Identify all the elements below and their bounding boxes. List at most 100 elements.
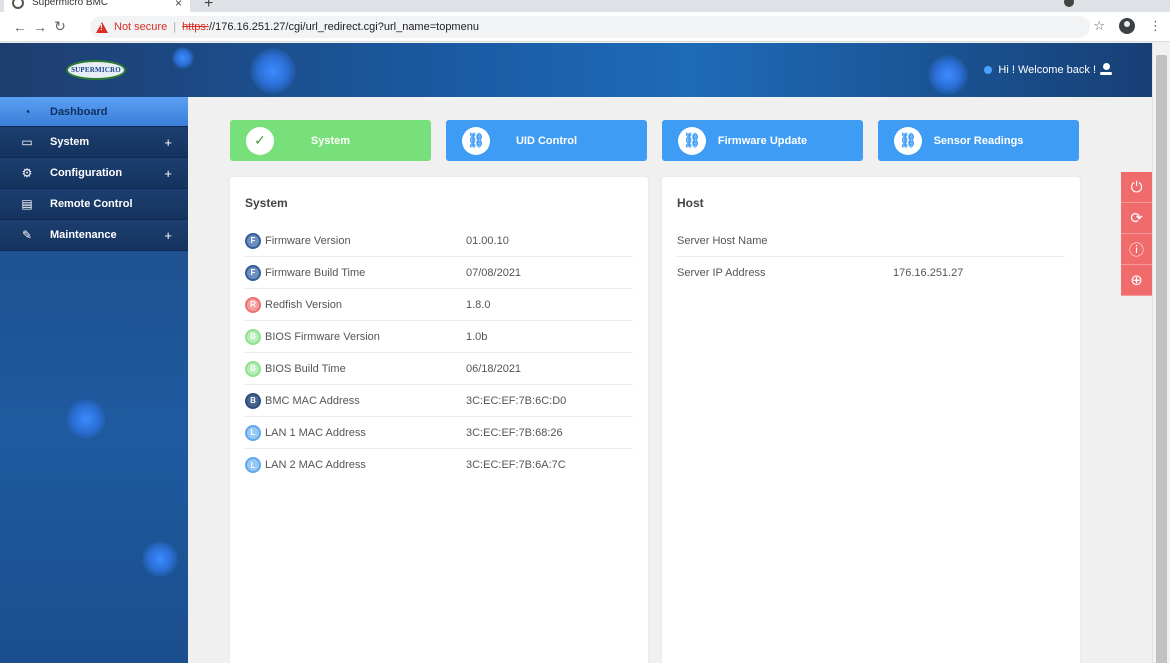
sidebar-item-dashboard[interactable]: ◔ Dashboard: [0, 97, 188, 127]
welcome-menu[interactable]: Hi ! Welcome back !: [998, 63, 1112, 77]
row-label: BIOS Build Time: [265, 362, 346, 375]
row-value: 3C:EC:EF:7B:6A:7C: [466, 459, 566, 471]
bookmark-star-icon[interactable]: ☆: [1093, 18, 1105, 34]
table-row: F Firmware Build Time 07/08/2021: [245, 257, 633, 289]
row-value: 01.00.10: [466, 234, 509, 247]
forward-button[interactable]: →: [30, 19, 50, 35]
row-label: Firmware Build Time: [265, 266, 366, 279]
row-label: LAN 1 MAC Address: [265, 426, 366, 439]
speedometer-icon: ◔: [23, 104, 31, 119]
sidebar: ◔ Dashboard ▭ System + ⚙ Configuration +…: [0, 97, 188, 663]
url-text: //176.16.251.27/cgi/url_redirect.cgi?url…: [208, 21, 479, 33]
table-row: B BIOS Build Time 06/18/2021: [245, 353, 633, 385]
info-icon: ⓘ: [1128, 241, 1144, 259]
not-secure-label[interactable]: Not secure: [114, 21, 167, 33]
browser-actions: ☆ ⋮: [1093, 18, 1162, 34]
check-icon: ✓: [246, 126, 274, 155]
back-button[interactable]: ←: [10, 19, 30, 35]
action-rail: ⏻ ⟳ ⓘ ⊕: [1121, 172, 1152, 296]
table-row: F Firmware Version 01.00.10: [245, 225, 633, 257]
main-content: ✓ System ⛓ UID Control ⛓ Firmware Update…: [188, 97, 1152, 663]
row-label: Server IP Address: [677, 267, 766, 279]
row-value: 1.0b: [466, 330, 488, 343]
table-row: R Redfish Version 1.8.0: [245, 289, 633, 321]
table-row: B BIOS Firmware Version 1.0b: [245, 321, 633, 353]
sidebar-item-label: Configuration: [50, 167, 123, 179]
card-title: Host: [677, 196, 704, 210]
row-value: 3C:EC:EF:7B:68:26: [466, 426, 563, 439]
url-separator: |: [173, 21, 177, 33]
url-input[interactable]: Not secure | https: //176.16.251.27/cgi/…: [90, 16, 1090, 38]
quick-sensor-readings-button[interactable]: ⛓ Sensor Readings: [878, 120, 1079, 161]
quick-firmware-update-button[interactable]: ⛓ Firmware Update: [662, 120, 863, 161]
link-icon: ⛓: [678, 126, 706, 155]
quick-button-label: Sensor Readings: [933, 134, 1024, 147]
link-icon: ⛓: [462, 126, 490, 155]
quick-button-label: UID Control: [515, 134, 578, 147]
decorative-glow: [66, 399, 106, 439]
refresh-button[interactable]: ⟳: [1121, 203, 1152, 234]
decorative-glow: [142, 541, 178, 577]
table-row: Server Host Name: [677, 225, 1065, 257]
row-label: Server Host Name: [677, 234, 768, 247]
card-title: System: [245, 196, 288, 210]
system-info-card: System F Firmware Version 01.00.10 F Firmw…: [230, 177, 648, 663]
sidebar-item-remote-control[interactable]: ▤ Remote Control: [0, 189, 188, 220]
row-label: BIOS Firmware Version: [265, 330, 380, 343]
tab-close-icon[interactable]: ×: [175, 0, 182, 10]
row-value: 3C:EC:EF:7B:6C:D0: [466, 394, 567, 407]
bios-badge-icon: B: [245, 328, 261, 345]
tab-title: Supermicro BMC: [32, 0, 109, 8]
quick-system-button[interactable]: ✓ System: [230, 120, 431, 161]
row-value: 06/18/2021: [466, 362, 522, 375]
browser-menu-icon[interactable]: ⋮: [1149, 18, 1162, 34]
sidebar-item-label: Remote Control: [50, 198, 133, 210]
bios-badge-icon: B: [245, 360, 261, 377]
lan-badge-icon: L: [245, 424, 261, 441]
expand-icon[interactable]: +: [164, 166, 172, 181]
row-label: Firmware Version: [265, 234, 351, 247]
scrollbar-thumb[interactable]: [1156, 55, 1167, 663]
wrench-icon: ✎: [21, 228, 33, 242]
quick-button-label: System: [310, 134, 351, 147]
reload-button[interactable]: ↻: [50, 18, 70, 35]
row-label: Redfish Version: [265, 298, 343, 311]
page-scrollbar[interactable]: [1152, 43, 1170, 663]
decorative-glow: [250, 48, 296, 94]
browser-tab[interactable]: Supermicro BMC ×: [4, 0, 190, 12]
sidebar-item-configuration[interactable]: ⚙ Configuration +: [0, 158, 188, 189]
row-value: 176.16.251.27: [893, 267, 964, 279]
decorative-glow: [928, 55, 968, 95]
power-icon: ⏻: [1130, 178, 1143, 196]
sidebar-item-label: Maintenance: [50, 229, 117, 241]
sidebar-item-label: Dashboard: [50, 105, 108, 118]
table-row: L LAN 2 MAC Address 3C:EC:EF:7B:6A:7C: [245, 449, 633, 481]
bmc-badge-icon: B: [245, 392, 261, 409]
language-button[interactable]: ⊕: [1121, 265, 1152, 296]
refresh-icon: ⟳: [1130, 210, 1143, 227]
expand-icon[interactable]: +: [164, 135, 172, 150]
info-button[interactable]: ⓘ: [1121, 234, 1152, 265]
row-label: LAN 2 MAC Address: [265, 459, 366, 471]
globe-icon: ⊕: [1130, 272, 1143, 289]
row-value: 1.8.0: [466, 298, 491, 311]
firmware-badge-icon: F: [245, 232, 261, 249]
sidebar-item-maintenance[interactable]: ✎ Maintenance +: [0, 220, 188, 251]
table-row: Server IP Address 176.16.251.27: [677, 257, 1065, 289]
supermicro-logo[interactable]: SUPERMICRO: [66, 60, 126, 80]
quick-uid-control-button[interactable]: ⛓ UID Control: [446, 120, 647, 161]
welcome-text: Hi ! Welcome back !: [998, 64, 1096, 76]
sidebar-item-system[interactable]: ▭ System +: [0, 127, 188, 158]
expand-icon[interactable]: +: [164, 228, 172, 243]
favicon-icon: [12, 0, 24, 9]
table-row: B BMC MAC Address 3C:EC:EF:7B:6C:D0: [245, 385, 633, 417]
quick-button-label: Firmware Update: [717, 134, 808, 147]
status-dot-icon: [984, 66, 992, 74]
decorative-glow: [172, 47, 194, 69]
power-button[interactable]: ⏻: [1121, 172, 1152, 203]
table-row: L LAN 1 MAC Address 3C:EC:EF:7B:68:26: [245, 417, 633, 449]
user-icon: [1100, 63, 1112, 77]
profile-avatar[interactable]: [1119, 18, 1135, 34]
browser-tab-bar: Supermicro BMC × +: [0, 0, 1170, 12]
host-info-card: Host Server Host Name Server IP Address …: [662, 177, 1080, 663]
